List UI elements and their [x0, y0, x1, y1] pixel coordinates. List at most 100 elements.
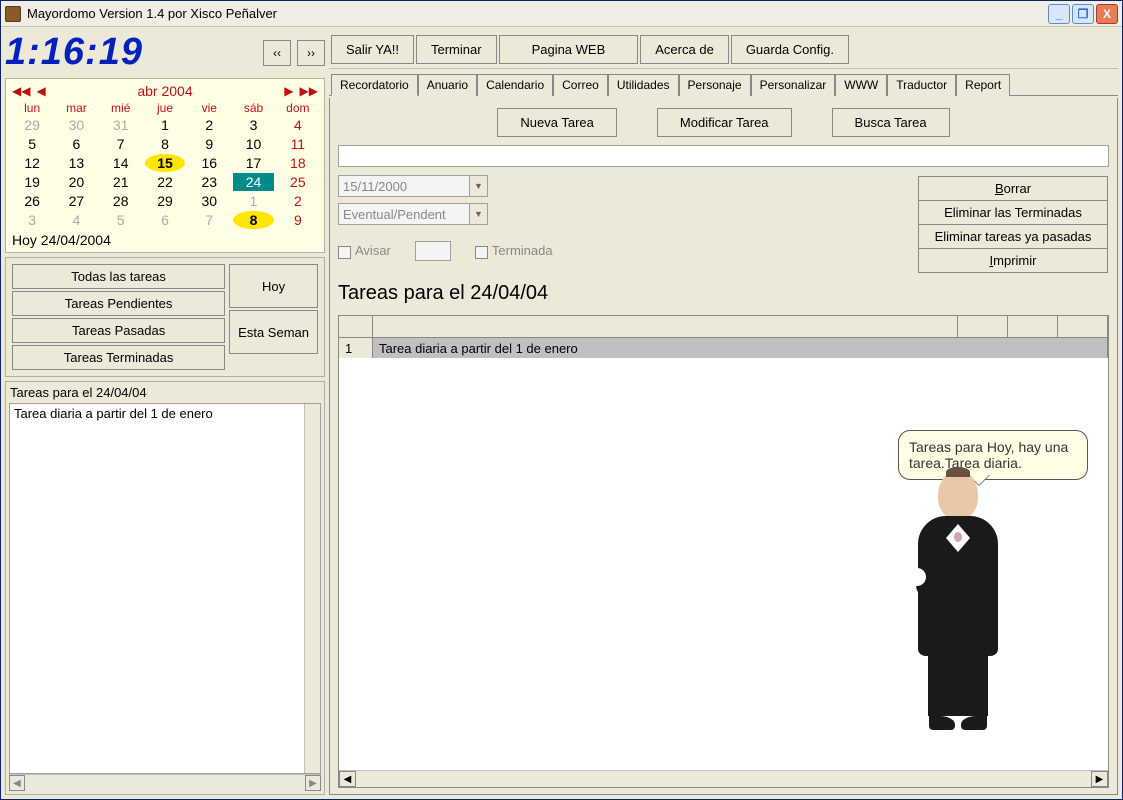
btn-salir[interactable]: Salir YA!!: [331, 35, 414, 64]
cal-day[interactable]: 9: [278, 211, 318, 229]
checkbox-terminada[interactable]: Terminada: [475, 243, 553, 258]
task-description-input[interactable]: [338, 145, 1109, 167]
cal-day[interactable]: 7: [189, 211, 229, 229]
cal-day[interactable]: 29: [145, 192, 185, 210]
cal-day[interactable]: 10: [233, 135, 273, 153]
btn-modificar-tarea[interactable]: Modificar Tarea: [657, 108, 792, 137]
btn-terminar[interactable]: Terminar: [416, 35, 497, 64]
top-button-bar: Salir YA!! Terminar Pagina WEB Acerca de…: [329, 31, 1118, 69]
tab-personalizar[interactable]: Personalizar: [751, 74, 836, 96]
btn-hoy[interactable]: Hoy: [229, 264, 318, 308]
btn-nueva-tarea[interactable]: Nueva Tarea: [497, 108, 616, 137]
cal-day[interactable]: 3: [233, 116, 273, 134]
grid-horizontal-scrollbar[interactable]: ◀ ▶: [339, 770, 1108, 787]
cal-day[interactable]: 5: [101, 211, 141, 229]
butler-character[interactable]: [908, 470, 1008, 730]
cal-prev-year-icon[interactable]: ◀◀: [12, 84, 30, 98]
horizontal-scrollbar[interactable]: ◀ ▶: [9, 774, 321, 791]
vertical-scrollbar[interactable]: [304, 404, 320, 773]
btn-pagina-web[interactable]: Pagina WEB: [499, 35, 639, 64]
titlebar: Mayordomo Version 1.4 por Xisco Peñalver…: [1, 1, 1122, 27]
cal-next-month-icon[interactable]: ▶: [284, 84, 293, 98]
cal-day[interactable]: 21: [101, 173, 141, 191]
chevron-down-icon[interactable]: ▼: [469, 176, 487, 196]
cal-day[interactable]: 23: [189, 173, 229, 191]
cal-day[interactable]: 13: [56, 154, 96, 172]
tab-correo[interactable]: Correo: [553, 74, 608, 96]
cal-day[interactable]: 8: [145, 135, 185, 153]
cal-day[interactable]: 1: [233, 192, 273, 210]
avisar-time-input[interactable]: [415, 241, 451, 261]
btn-tareas-pasadas[interactable]: Tareas Pasadas: [12, 318, 225, 343]
cal-day[interactable]: 30: [56, 116, 96, 134]
tab-utilidades[interactable]: Utilidades: [608, 74, 679, 96]
combo-date[interactable]: 15/11/2000 ▼: [338, 175, 488, 197]
combo-type[interactable]: Eventual/Pendent ▼: [338, 203, 488, 225]
cal-day[interactable]: 18: [278, 154, 318, 172]
cal-day[interactable]: 15: [145, 154, 185, 172]
tab-report[interactable]: Report: [956, 74, 1010, 96]
btn-esta-semana[interactable]: Esta Seman: [229, 310, 318, 354]
cal-day[interactable]: 29: [12, 116, 52, 134]
checkbox-avisar[interactable]: Avisar: [338, 243, 391, 258]
scroll-right-icon[interactable]: ▶: [305, 775, 321, 791]
cal-day[interactable]: 25: [278, 173, 318, 191]
cal-day[interactable]: 19: [12, 173, 52, 191]
tab-personaje[interactable]: Personaje: [679, 74, 751, 96]
cal-day[interactable]: 7: [101, 135, 141, 153]
minimize-button[interactable]: _: [1048, 4, 1070, 24]
cal-day[interactable]: 4: [278, 116, 318, 134]
tab-anuario[interactable]: Anuario: [418, 74, 477, 96]
cal-day[interactable]: 30: [189, 192, 229, 210]
btn-eliminar-terminadas[interactable]: Eliminar las Terminadas: [918, 201, 1108, 225]
scroll-right-icon[interactable]: ▶: [1091, 771, 1108, 787]
cal-day[interactable]: 16: [189, 154, 229, 172]
cal-day[interactable]: 2: [189, 116, 229, 134]
cal-day[interactable]: 24: [233, 173, 273, 191]
cal-day[interactable]: 17: [233, 154, 273, 172]
cal-day[interactable]: 12: [12, 154, 52, 172]
scroll-left-icon[interactable]: ◀: [339, 771, 356, 787]
btn-imprimir[interactable]: Imprimir: [918, 249, 1108, 273]
btn-tareas-terminadas[interactable]: Tareas Terminadas: [12, 345, 225, 370]
chevron-down-icon[interactable]: ▼: [469, 204, 487, 224]
tab-calendario[interactable]: Calendario: [477, 74, 553, 96]
tab-traductor[interactable]: Traductor: [887, 74, 956, 96]
left-task-list-body[interactable]: Tarea diaria a partir del 1 de enero: [9, 403, 321, 774]
btn-acerca-de[interactable]: Acerca de: [640, 35, 729, 64]
cal-day[interactable]: 5: [12, 135, 52, 153]
cal-day[interactable]: 11: [278, 135, 318, 153]
cal-day[interactable]: 6: [145, 211, 185, 229]
maximize-button[interactable]: ❐: [1072, 4, 1094, 24]
cal-day[interactable]: 9: [189, 135, 229, 153]
btn-eliminar-pasadas[interactable]: Eliminar tareas ya pasadas: [918, 225, 1108, 249]
cal-day[interactable]: 6: [56, 135, 96, 153]
cal-prev-month-icon[interactable]: ◀: [36, 84, 45, 98]
close-button[interactable]: X: [1096, 4, 1118, 24]
cal-day[interactable]: 20: [56, 173, 96, 191]
nav-prev-button[interactable]: ‹‹: [263, 40, 291, 66]
cal-day[interactable]: 31: [101, 116, 141, 134]
cal-day[interactable]: 8: [233, 211, 273, 229]
cal-day[interactable]: 2: [278, 192, 318, 210]
cal-day[interactable]: 26: [12, 192, 52, 210]
cal-day[interactable]: 3: [12, 211, 52, 229]
cal-next-year-icon[interactable]: ▶▶: [300, 84, 318, 98]
btn-guarda-config[interactable]: Guarda Config.: [731, 35, 849, 64]
tab-www[interactable]: WWW: [835, 74, 887, 96]
cal-day[interactable]: 22: [145, 173, 185, 191]
cal-day[interactable]: 4: [56, 211, 96, 229]
cal-day[interactable]: 28: [101, 192, 141, 210]
nav-next-button[interactable]: ››: [297, 40, 325, 66]
btn-todas-tareas[interactable]: Todas las tareas: [12, 264, 225, 289]
tab-recordatorio[interactable]: Recordatorio: [331, 74, 418, 96]
btn-tareas-pendientes[interactable]: Tareas Pendientes: [12, 291, 225, 316]
cal-day[interactable]: 27: [56, 192, 96, 210]
table-row[interactable]: 1 Tarea diaria a partir del 1 de enero: [339, 338, 1108, 358]
list-item[interactable]: Tarea diaria a partir del 1 de enero: [14, 406, 316, 421]
btn-busca-tarea[interactable]: Busca Tarea: [832, 108, 950, 137]
scroll-left-icon[interactable]: ◀: [9, 775, 25, 791]
cal-day[interactable]: 1: [145, 116, 185, 134]
cal-day[interactable]: 14: [101, 154, 141, 172]
btn-borrar[interactable]: Borrar: [918, 176, 1108, 201]
